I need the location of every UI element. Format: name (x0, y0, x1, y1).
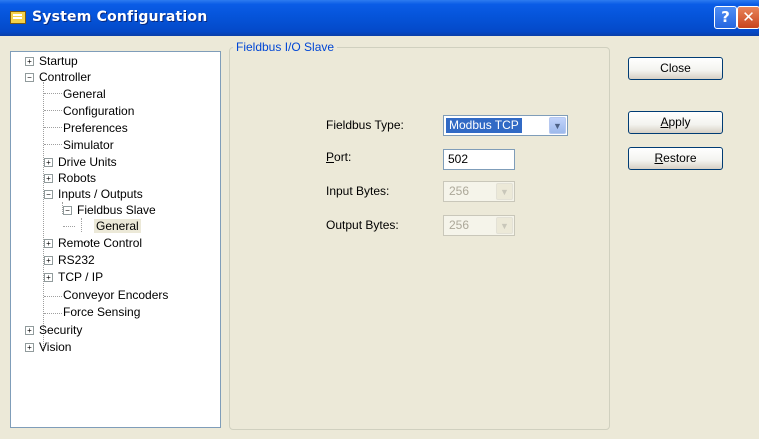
output-bytes-label: Output Bytes: (326, 218, 399, 232)
fieldbus-type-value: Modbus TCP (446, 118, 522, 133)
collapse-icon[interactable]: − (25, 73, 34, 82)
expand-icon[interactable]: + (44, 239, 53, 248)
tree-item-preferences[interactable]: Preferences (63, 120, 128, 136)
tree-connector (81, 218, 82, 232)
apply-button[interactable]: Apply (628, 111, 723, 134)
tree-item-general[interactable]: General (63, 86, 106, 102)
group-title: Fieldbus I/O Slave (233, 40, 338, 54)
input-bytes-label: Input Bytes: (326, 184, 390, 198)
fieldbus-type-select[interactable]: Modbus TCP ▼ (443, 115, 568, 136)
tree-item-configuration[interactable]: Configuration (63, 103, 134, 119)
help-button[interactable]: ? (714, 6, 737, 29)
expand-icon[interactable]: + (25, 343, 34, 352)
restore-button[interactable]: Restore (628, 147, 723, 170)
close-window-button[interactable]: ✕ (737, 6, 759, 29)
tree-item-conveyor-encoders[interactable]: Conveyor Encoders (63, 287, 168, 303)
app-icon (10, 11, 26, 24)
expand-icon[interactable]: + (44, 158, 53, 167)
expand-icon[interactable]: + (44, 174, 53, 183)
chevron-down-icon[interactable]: ▼ (549, 117, 566, 134)
port-label: Port: (326, 150, 352, 164)
close-button[interactable]: Close (628, 57, 723, 80)
collapse-icon[interactable]: − (63, 206, 72, 215)
expand-icon[interactable]: + (44, 256, 53, 265)
config-tree[interactable]: + Startup − Controller General Configura… (10, 51, 221, 428)
selected-item-label: General (94, 219, 141, 233)
expand-icon[interactable]: + (44, 273, 53, 282)
collapse-icon[interactable]: − (44, 190, 53, 199)
expand-icon[interactable]: + (25, 326, 34, 335)
window-title: System Configuration (32, 9, 208, 25)
tree-connector (43, 82, 44, 352)
expand-icon[interactable]: + (25, 57, 34, 66)
system-configuration-window: System Configuration ? ✕ + Startup − Con… (0, 0, 759, 439)
chevron-down-icon[interactable]: ▼ (496, 183, 513, 200)
port-input[interactable]: 502 (443, 149, 515, 170)
tree-item-force-sensing[interactable]: Force Sensing (63, 304, 140, 320)
output-bytes-value: 256 (449, 218, 470, 232)
input-bytes-value: 256 (449, 184, 470, 198)
fieldbus-type-label: Fieldbus Type: (326, 118, 404, 132)
tree-item-simulator[interactable]: Simulator (63, 137, 114, 153)
input-bytes-select[interactable]: 256 ▼ (443, 181, 515, 202)
fieldbus-group-box (229, 47, 610, 430)
output-bytes-select[interactable]: 256 ▼ (443, 215, 515, 236)
tree-item-fieldbus-general[interactable]: General (94, 218, 141, 234)
chevron-down-icon[interactable]: ▼ (496, 217, 513, 234)
title-bar[interactable]: System Configuration ? ✕ (0, 0, 759, 36)
